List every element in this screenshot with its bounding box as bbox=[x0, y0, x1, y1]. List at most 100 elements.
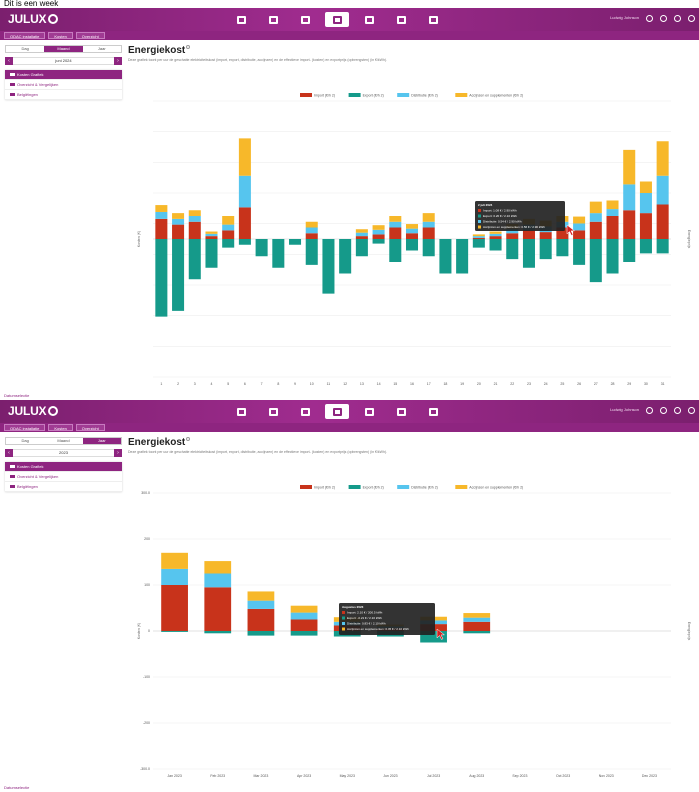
next-period-button[interactable]: › bbox=[114, 449, 122, 457]
legend-label[interactable]: Import (€/h 2) bbox=[314, 486, 335, 490]
bar-segment[interactable] bbox=[155, 239, 168, 317]
info-icon[interactable] bbox=[688, 406, 695, 414]
bar-segment[interactable] bbox=[172, 239, 185, 311]
bar-segment[interactable] bbox=[389, 216, 402, 222]
bar-segment[interactable] bbox=[355, 236, 368, 239]
bar-segment[interactable] bbox=[172, 218, 185, 225]
sidebar-menu-item[interactable]: Belgiëingen bbox=[5, 482, 122, 492]
bell-icon[interactable] bbox=[674, 406, 681, 414]
bar-segment[interactable] bbox=[204, 631, 232, 634]
bar-segment[interactable] bbox=[222, 230, 235, 239]
bar-segment[interactable] bbox=[522, 230, 535, 239]
bar-segment[interactable] bbox=[589, 221, 602, 239]
bar-segment[interactable] bbox=[238, 138, 251, 176]
period-tab[interactable]: Jaar bbox=[83, 46, 121, 52]
date-value[interactable]: juni 2024 bbox=[13, 57, 114, 65]
bar-segment[interactable] bbox=[656, 141, 669, 176]
bar-segment[interactable] bbox=[623, 149, 636, 185]
bar-segment[interactable] bbox=[639, 181, 652, 194]
bar-segment[interactable] bbox=[205, 236, 218, 239]
bar-segment[interactable] bbox=[405, 228, 419, 234]
nav-button-cost[interactable] bbox=[325, 404, 349, 419]
nav-button-dashboard[interactable] bbox=[229, 12, 253, 27]
bar-segment[interactable] bbox=[305, 227, 318, 234]
bar-segment[interactable] bbox=[489, 236, 502, 239]
bar-segment[interactable] bbox=[372, 239, 385, 244]
user-icon[interactable] bbox=[646, 14, 653, 22]
app-logo[interactable]: JULUX bbox=[8, 12, 59, 27]
user-icon[interactable] bbox=[646, 406, 653, 414]
bar-segment[interactable] bbox=[573, 223, 586, 231]
bar-segment[interactable] bbox=[606, 200, 619, 210]
previous-period-button[interactable]: ‹ bbox=[5, 449, 13, 457]
bar-segment[interactable] bbox=[355, 232, 368, 237]
bar-segment[interactable] bbox=[188, 221, 201, 239]
user-name[interactable]: Ludwig Johnson bbox=[610, 14, 639, 22]
legend-swatch[interactable] bbox=[455, 93, 468, 97]
bar-segment[interactable] bbox=[463, 617, 491, 622]
bar-segment[interactable] bbox=[372, 229, 385, 235]
bar-segment[interactable] bbox=[155, 211, 168, 219]
bar-segment[interactable] bbox=[539, 232, 552, 239]
bar-segment[interactable] bbox=[161, 585, 188, 631]
nav-button-gear[interactable] bbox=[421, 12, 445, 27]
legend-label[interactable]: Accijnzen en supplementen (€/h 2) bbox=[469, 486, 523, 490]
bar-segment[interactable] bbox=[222, 224, 235, 231]
sidebar-menu-item[interactable]: Kosten Grafiek bbox=[5, 70, 122, 80]
bar-segment[interactable] bbox=[422, 239, 435, 257]
footer-link[interactable]: Datumselectie bbox=[4, 393, 29, 399]
bar-segment[interactable] bbox=[405, 224, 419, 229]
bar-segment[interactable] bbox=[656, 204, 669, 240]
nav-button-dashboard[interactable] bbox=[229, 404, 253, 419]
breadcrumb-item[interactable]: Kosten bbox=[48, 424, 73, 431]
legend-label[interactable]: Distributie (€/h 2) bbox=[411, 486, 438, 490]
previous-period-button[interactable]: ‹ bbox=[5, 57, 13, 65]
bar-segment[interactable] bbox=[188, 239, 201, 280]
bar-segment[interactable] bbox=[172, 213, 185, 219]
bar-segment[interactable] bbox=[222, 239, 235, 248]
bar-segment[interactable] bbox=[522, 239, 535, 268]
sidebar-menu-item[interactable]: Belgiëingen bbox=[5, 90, 122, 100]
legend-swatch[interactable] bbox=[348, 485, 361, 489]
bar-segment[interactable] bbox=[205, 239, 218, 268]
bar-segment[interactable] bbox=[322, 239, 335, 294]
period-tab[interactable]: Dag bbox=[6, 46, 44, 52]
bar-segment[interactable] bbox=[289, 239, 302, 245]
next-period-button[interactable]: › bbox=[114, 57, 122, 65]
bar-segment[interactable] bbox=[355, 239, 368, 257]
bar-segment[interactable] bbox=[290, 605, 318, 613]
bar-segment[interactable] bbox=[456, 239, 469, 274]
breadcrumb-item[interactable]: ODAC installatie bbox=[4, 424, 46, 431]
legend-swatch[interactable] bbox=[300, 93, 312, 97]
bar-segment[interactable] bbox=[247, 608, 275, 631]
bar-segment[interactable] bbox=[589, 201, 602, 214]
bar-segment[interactable] bbox=[489, 231, 502, 234]
sidebar-menu-item[interactable]: Kosten Grafiek bbox=[5, 462, 122, 472]
breadcrumb-item[interactable]: Overzicht bbox=[75, 424, 105, 431]
bar-segment[interactable] bbox=[489, 233, 502, 237]
bar-segment[interactable] bbox=[161, 631, 188, 632]
bar-segment[interactable] bbox=[463, 613, 491, 618]
bar-segment[interactable] bbox=[172, 224, 185, 239]
bar-segment[interactable] bbox=[422, 213, 435, 222]
bar-segment[interactable] bbox=[247, 631, 275, 636]
legend-label[interactable]: Distributie (€/h 2) bbox=[411, 94, 438, 98]
legend-swatch[interactable] bbox=[455, 485, 468, 489]
bar-segment[interactable] bbox=[606, 209, 619, 216]
bar-segment[interactable] bbox=[472, 237, 485, 239]
legend-swatch[interactable] bbox=[397, 93, 410, 97]
bar-segment[interactable] bbox=[623, 184, 636, 211]
bar-segment[interactable] bbox=[506, 239, 519, 260]
bar-segment[interactable] bbox=[489, 239, 502, 251]
bar-segment[interactable] bbox=[389, 239, 402, 262]
bar-segment[interactable] bbox=[639, 193, 652, 214]
bar-segment[interactable] bbox=[204, 587, 232, 631]
legend-label[interactable]: Export (€/h 2) bbox=[363, 94, 384, 98]
bar-segment[interactable] bbox=[405, 233, 419, 239]
period-tab[interactable]: Jaar bbox=[82, 438, 121, 444]
bar-segment[interactable] bbox=[439, 239, 452, 274]
bar-segment[interactable] bbox=[255, 239, 268, 257]
bar-segment[interactable] bbox=[405, 239, 419, 251]
bar-segment[interactable] bbox=[389, 227, 402, 240]
bar-segment[interactable] bbox=[606, 216, 619, 239]
